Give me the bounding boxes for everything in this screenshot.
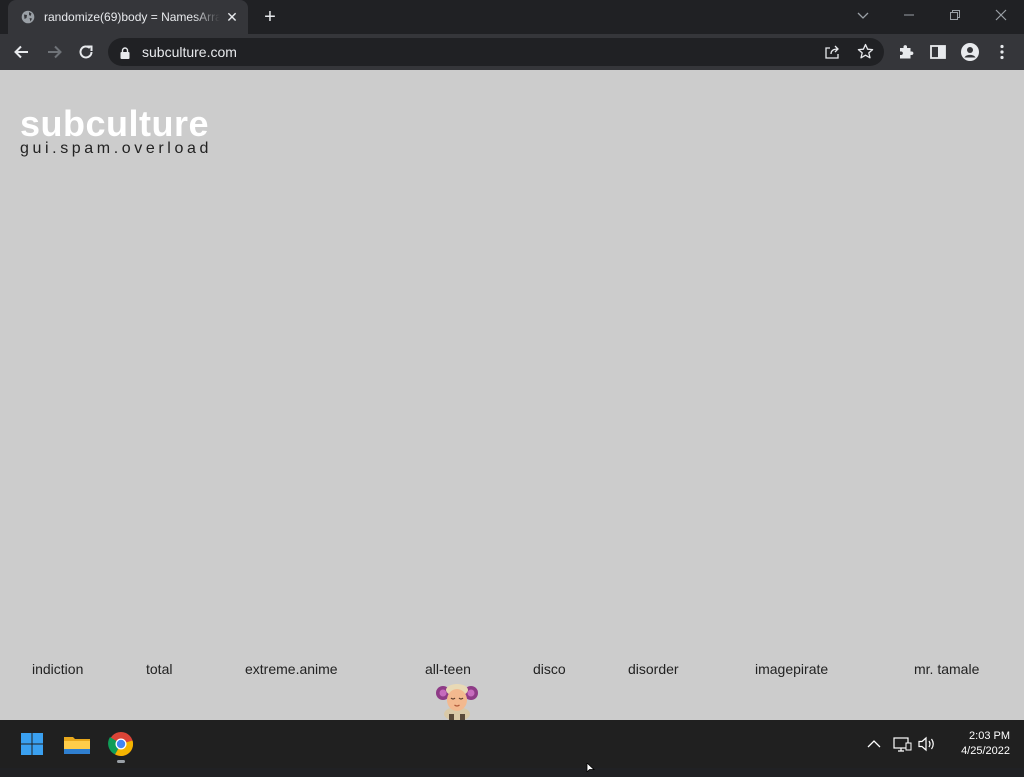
- profile-icon: [961, 43, 979, 61]
- browser-tab[interactable]: randomize(69)body = NamesArray ✕: [8, 0, 248, 34]
- mouse-cursor-icon: [586, 759, 596, 777]
- file-explorer-icon[interactable]: [61, 728, 93, 760]
- chrome-running-indicator: [117, 760, 125, 763]
- clock-time: 2:03 PM: [969, 730, 1010, 742]
- back-arrow-icon: [14, 45, 28, 59]
- extensions-button[interactable]: [890, 36, 922, 68]
- nav-link-all-teen[interactable]: all-teen: [425, 660, 471, 678]
- address-bar[interactable]: subculture.com: [108, 38, 884, 66]
- restore-icon[interactable]: [932, 0, 978, 34]
- nav-link-imagepirate[interactable]: imagepirate: [755, 660, 828, 678]
- reload-icon: [79, 45, 93, 59]
- lock-icon: [120, 46, 130, 64]
- close-window-icon[interactable]: [978, 0, 1024, 34]
- tab-search-icon[interactable]: [840, 0, 886, 34]
- side-panel-icon: [930, 45, 946, 59]
- browser-toolbar: subculture.com: [0, 34, 1024, 70]
- browser-tab-strip: randomize(69)body = NamesArray ✕ +: [0, 0, 1024, 34]
- bookmark-star-icon[interactable]: [857, 43, 874, 65]
- share-icon[interactable]: [824, 44, 840, 65]
- windows-start-icon[interactable]: [16, 728, 48, 760]
- nav-link-indiction[interactable]: indiction: [32, 660, 83, 678]
- kebab-menu-icon: [1000, 44, 1004, 60]
- page-viewport: subculture gui.spam.overload indiction t…: [0, 70, 1024, 720]
- puzzle-icon: [900, 45, 914, 59]
- site-title: subculture: [20, 103, 210, 144]
- sheep-mascot-icon[interactable]: [434, 683, 480, 720]
- menu-button[interactable]: [986, 36, 1018, 68]
- volume-icon[interactable]: [917, 734, 937, 754]
- forward-button[interactable]: [38, 36, 70, 68]
- profile-button[interactable]: [954, 36, 986, 68]
- taskbar: 2:03 PM 4/25/2022: [0, 720, 1024, 768]
- tab-title: randomize(69)body = NamesArray: [44, 10, 220, 24]
- nav-link-disco[interactable]: disco: [533, 660, 566, 678]
- nav-link-extreme-anime[interactable]: extreme.anime: [245, 660, 338, 678]
- tab-close-icon[interactable]: ✕: [224, 9, 240, 25]
- network-icon[interactable]: [892, 734, 912, 754]
- minimize-icon[interactable]: [886, 0, 932, 34]
- show-hidden-icons-chevron-icon[interactable]: [864, 734, 884, 754]
- side-panel-button[interactable]: [922, 36, 954, 68]
- forward-arrow-icon: [48, 45, 62, 59]
- nav-link-mr-tamale[interactable]: mr. tamale: [914, 660, 979, 678]
- url-text: subculture.com: [142, 44, 237, 60]
- chrome-icon[interactable]: [105, 728, 137, 760]
- nav-link-disorder[interactable]: disorder: [628, 660, 679, 678]
- nav-link-total[interactable]: total: [146, 660, 172, 678]
- globe-icon: [21, 10, 35, 24]
- reload-button[interactable]: [70, 36, 102, 68]
- system-clock[interactable]: 2:03 PM 4/25/2022: [944, 729, 1010, 759]
- new-tab-button[interactable]: +: [258, 6, 282, 28]
- clock-date: 4/25/2022: [961, 745, 1010, 757]
- back-button[interactable]: [6, 36, 38, 68]
- site-tagline: gui.spam.overload: [20, 140, 212, 157]
